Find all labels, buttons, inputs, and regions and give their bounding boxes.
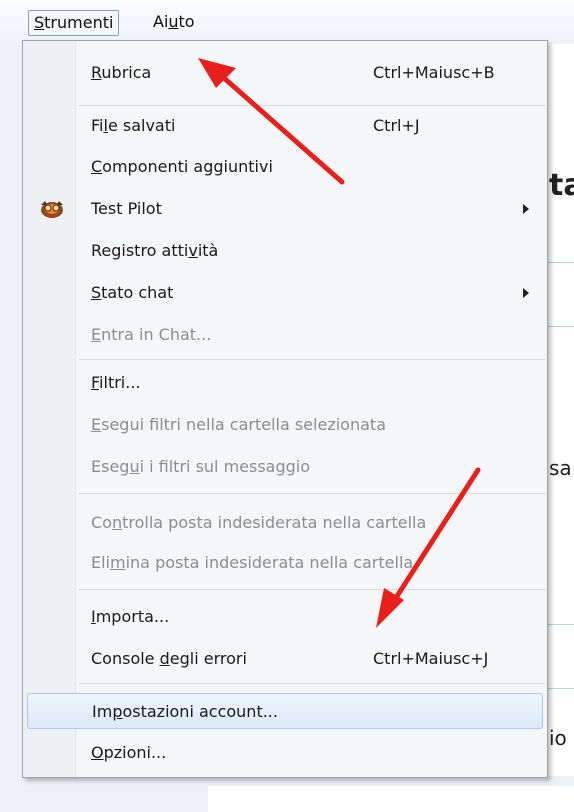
menu-separator [79, 683, 545, 684]
mnemonic: C [91, 157, 103, 176]
menu-bar: Strumenti Aiuto [0, 0, 574, 44]
menu-item-registro-attivita[interactable]: Registro attività [27, 233, 543, 269]
menu-item-label: ostazioni account... [122, 702, 278, 721]
mnemonic: R [91, 63, 102, 82]
menu-item-label: ina posta indesiderata nella cartella [125, 553, 414, 572]
menu-item-label: omponenti aggiuntivi [102, 157, 273, 176]
menu-item-label-pre: Console [91, 649, 160, 668]
menu-item-label: trolla posta indesiderata nella cartella [122, 513, 427, 532]
menu-item-label: i i filtri sul messaggio [139, 457, 311, 476]
mnemonic: u [129, 457, 140, 476]
menu-item-filtri[interactable]: Filtri... [27, 365, 543, 401]
background-divider [548, 262, 574, 263]
menu-item-controlla-posta-indesiderata: Controlla posta indesiderata nella carte… [27, 505, 543, 541]
background-text-fragment: sa [549, 456, 572, 480]
menu-separator [79, 589, 545, 590]
menu-separator [79, 105, 545, 106]
background-panel [208, 786, 574, 812]
menu-item-label: ntra in Chat... [101, 325, 212, 344]
mnemonic: n [111, 513, 123, 532]
menu-item-shortcut: Ctrl+Maiusc+B [373, 63, 495, 82]
menu-strumenti-label: trumenti [44, 13, 114, 32]
menu-item-shortcut: Ctrl+J [373, 116, 420, 135]
menu-item-label-pre: Eli [91, 553, 110, 572]
menu-item-label-pre: Registro atti [91, 241, 189, 260]
menu-item-test-pilot[interactable]: Test Pilot [27, 191, 543, 227]
menu-item-importa[interactable]: Importa... [27, 599, 543, 635]
background-divider [548, 688, 574, 689]
menu-item-file-salvati[interactable]: File salvati Ctrl+J [27, 108, 543, 144]
menu-item-entra-in-chat: Entra in Chat... [27, 317, 543, 353]
menu-item-console-errori[interactable]: Console degli errori Ctrl+Maiusc+J [27, 641, 543, 677]
menu-item-label: tato chat [101, 283, 174, 302]
menu-aiuto-mnemonic: u [168, 12, 179, 31]
menu-item-label: Test Pilot [91, 199, 162, 218]
mnemonic: F [91, 373, 100, 392]
menu-item-label: segui filtri nella cartella selezionata [101, 415, 386, 434]
mnemonic: v [188, 241, 198, 260]
menu-item-label: mporta... [95, 607, 170, 626]
mnemonic: S [91, 283, 102, 302]
menu-item-esegui-filtri-cartella: Esegui filtri nella cartella selezionata [27, 407, 543, 443]
submenu-arrow-icon [523, 288, 529, 298]
menu-strumenti[interactable]: Strumenti [28, 10, 120, 36]
menu-item-label: e salvati [107, 116, 176, 135]
menu-aiuto-label: to [178, 12, 195, 31]
menu-item-rubrica[interactable]: Rubrica Ctrl+Maiusc+B [27, 55, 543, 91]
background-text-fragment: io [549, 726, 567, 750]
mnemonic: p [112, 702, 123, 721]
background-window-content [548, 44, 574, 812]
mnemonic: d [159, 649, 170, 668]
menu-item-label: pzioni... [103, 743, 167, 762]
test-pilot-icon [39, 198, 65, 220]
menu-item-shortcut: Ctrl+Maiusc+J [373, 649, 489, 668]
background-divider [548, 326, 574, 327]
menu-item-label-pre: Co [91, 513, 112, 532]
menu-item-componenti-aggiuntivi[interactable]: Componenti aggiuntivi [27, 149, 543, 185]
strumenti-dropdown-menu: Rubrica Ctrl+Maiusc+B File salvati Ctrl+… [22, 40, 548, 778]
background-heading-fragment: ta [549, 168, 574, 203]
mnemonic: E [91, 415, 102, 434]
menu-item-impostazioni-account[interactable]: Impostazioni account... [27, 693, 543, 729]
menu-strumenti-mnemonic: S [34, 13, 45, 32]
menu-item-label: ità [197, 241, 219, 260]
mnemonic: m [110, 553, 126, 572]
menu-aiuto[interactable]: Aiuto [148, 10, 200, 34]
mnemonic: O [91, 743, 104, 762]
menu-item-label-pre: Im [92, 702, 113, 721]
menu-aiuto-label-pre: Ai [153, 12, 169, 31]
background-divider [548, 624, 574, 625]
menu-item-esegui-filtri-messaggio: Esegui i filtri sul messaggio [27, 449, 543, 485]
menu-item-label: ubrica [101, 63, 152, 82]
submenu-arrow-icon [523, 204, 529, 214]
menu-item-label: iltri... [99, 373, 141, 392]
menu-separator [79, 359, 545, 360]
menu-item-elimina-posta-indesiderata: Elimina posta indesiderata nella cartell… [27, 545, 543, 581]
menu-item-stato-chat[interactable]: Stato chat [27, 275, 543, 311]
menu-item-label-pre: Eseg [91, 457, 130, 476]
menu-item-opzioni[interactable]: Opzioni... [27, 735, 543, 771]
menu-item-label: egli errori [169, 649, 247, 668]
mnemonic: E [91, 325, 102, 344]
menu-separator [79, 493, 545, 494]
menu-item-label-pre: Fi [91, 116, 104, 135]
